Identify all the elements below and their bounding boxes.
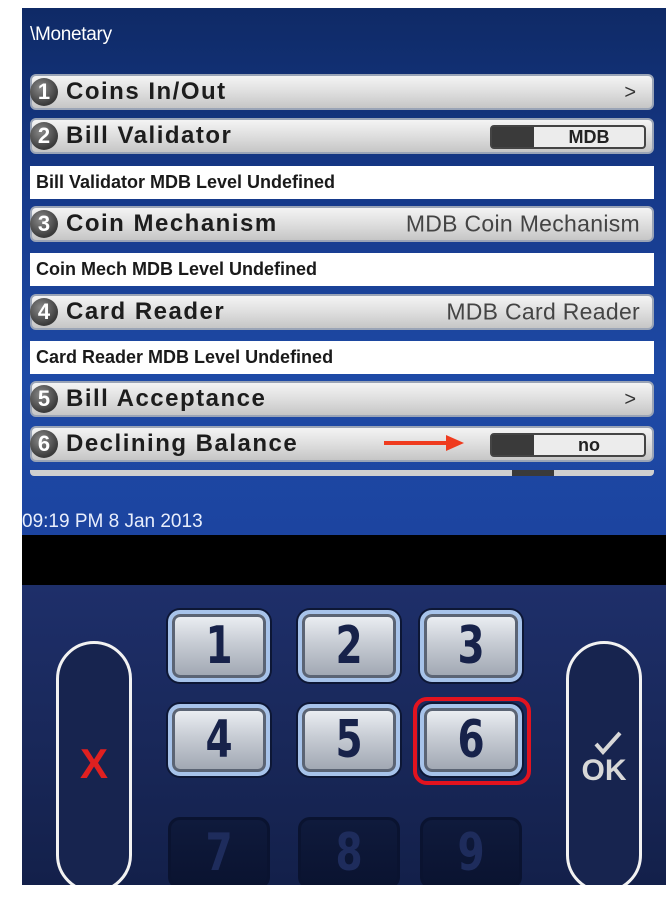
key-7[interactable]: 7 [168,817,270,885]
item-number-badge: 5 [30,385,58,413]
key-label: 7 [205,823,233,883]
key-8[interactable]: 8 [298,817,400,885]
item-number-badge: 1 [30,78,58,106]
cancel-x-icon: X [79,740,108,787]
key-9[interactable]: 9 [420,817,522,885]
item-number-badge: 2 [30,122,58,150]
menu-item-coins-in-out[interactable]: 1 Coins In/Out > [30,74,654,110]
declining-balance-toggle[interactable]: no [490,433,646,457]
checkmark-icon [594,731,622,756]
menu-path: \Monetary [30,24,112,45]
bill-validator-toggle[interactable]: MDB [490,125,646,149]
menu-item-declining-balance[interactable]: 6 Declining Balance no [30,426,654,462]
toggle-value: MDB [568,127,610,147]
ok-button[interactable]: OK [566,641,642,885]
menu-item-card-reader[interactable]: 4 Card Reader MDB Card Reader [30,294,654,330]
info-card-reader-level: Card Reader MDB Level Undefined [30,341,654,374]
menu-item-value: MDB Coin Mechanism [405,210,640,237]
toggle-knob [492,435,534,455]
toggle-knob [512,470,554,476]
arrow-right-icon [384,435,464,451]
key-label: 9 [457,823,485,883]
menu-item-label: Coins In/Out [66,78,227,105]
menu-item-bill-acceptance[interactable]: 5 Bill Acceptance > [30,381,654,417]
menu-item-label: Coin Mechanism [66,210,278,237]
key-label: 5 [335,710,363,770]
menu-item-partial [30,470,654,476]
datetime-display: 09:19 PM 8 Jan 2013 [22,511,203,532]
key-5[interactable]: 5 [298,704,400,776]
bezel-band [22,535,666,585]
key-4[interactable]: 4 [168,704,270,776]
keypad-panel: X OK 1 2 3 4 5 6 7 8 9 [22,585,666,885]
menu-item-label: Declining Balance [66,430,299,457]
item-number-badge: 6 [30,430,58,458]
item-number-badge: 3 [30,210,58,238]
toggle-knob [492,127,534,147]
chevron-right-icon: > [624,81,636,104]
toggle-value: no [578,435,600,455]
display-screen: \Monetary 1 Coins In/Out > 2 Bill Valida… [22,8,666,535]
key-label: 1 [205,616,233,676]
cancel-button[interactable]: X [56,641,132,885]
key-1[interactable]: 1 [168,610,270,682]
key-3[interactable]: 3 [420,610,522,682]
key-label: 3 [457,616,485,676]
menu-item-coin-mechanism[interactable]: 3 Coin Mechanism MDB Coin Mechanism [30,206,654,242]
info-bill-validator-level: Bill Validator MDB Level Undefined [30,166,654,199]
chevron-right-icon: > [624,388,636,411]
key-6-highlight [413,697,531,785]
ok-label: OK [581,754,627,787]
menu-item-label: Bill Validator [66,122,233,149]
menu-item-value: MDB Card Reader [446,298,640,325]
info-coin-mech-level: Coin Mech MDB Level Undefined [30,253,654,286]
key-label: 4 [205,710,233,770]
menu-item-label: Card Reader [66,298,226,325]
item-number-badge: 4 [30,298,58,326]
key-2[interactable]: 2 [298,610,400,682]
key-label: 2 [335,616,363,676]
key-label: 8 [335,823,363,883]
menu-item-label: Bill Acceptance [66,385,267,412]
menu-item-bill-validator[interactable]: 2 Bill Validator MDB [30,118,654,154]
